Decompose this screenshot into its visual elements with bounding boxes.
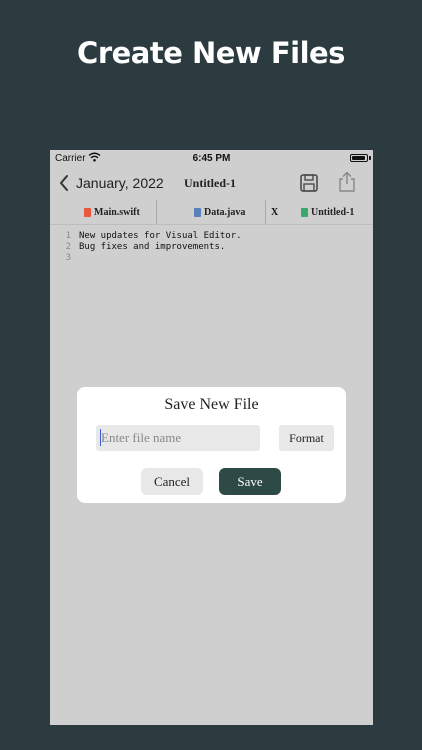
tab-divider	[156, 200, 157, 224]
code-line: 3	[50, 253, 373, 264]
nav-bar: January, 2022 Untitled-1	[50, 167, 373, 199]
tab-divider	[265, 200, 266, 224]
format-button[interactable]: Format	[279, 425, 334, 451]
share-icon[interactable]	[337, 171, 357, 193]
tab-label: Main.swift	[94, 206, 140, 218]
phone-screen: Carrier 6:45 PM January, 2022 Untitled-1…	[50, 150, 373, 725]
tab-untitled[interactable]: Untitled-1	[301, 200, 354, 224]
swift-file-icon	[84, 207, 91, 217]
save-file-dialog: Save New File Format Cancel Save	[77, 387, 346, 503]
status-time: 6:45 PM	[192, 153, 231, 164]
text-file-icon	[301, 207, 308, 217]
code-line: 1 New updates for Visual Editor.	[50, 231, 373, 242]
dialog-title: Save New File	[164, 396, 259, 413]
line-number: 2	[65, 242, 71, 252]
code-editor[interactable]: 1 New updates for Visual Editor. 2 Bug f…	[50, 231, 373, 264]
status-bar: Carrier 6:45 PM	[50, 150, 373, 167]
battery-cap	[369, 156, 371, 160]
file-tab-bar: Main.swift Data.java X Untitled-1	[50, 200, 373, 225]
tab-main-swift[interactable]: Main.swift	[84, 200, 140, 224]
text-cursor	[100, 429, 101, 446]
line-number: 1	[65, 231, 71, 241]
line-text: New updates for Visual Editor.	[79, 231, 242, 241]
back-chevron-icon[interactable]	[58, 174, 70, 192]
tab-label: Data.java	[204, 206, 246, 218]
line-number: 3	[65, 253, 71, 263]
tab-data-java[interactable]: Data.java	[194, 200, 245, 224]
tab-close-button[interactable]: X	[271, 207, 278, 218]
tab-label: Untitled-1	[311, 206, 355, 218]
battery-icon	[350, 154, 368, 162]
file-name-input[interactable]	[96, 425, 260, 451]
code-line: 2 Bug fixes and improvements.	[50, 242, 373, 253]
document-title: Untitled-1	[184, 176, 236, 190]
back-button-label[interactable]: January, 2022	[76, 175, 164, 191]
cancel-button[interactable]: Cancel	[141, 468, 203, 495]
line-text: Bug fixes and improvements.	[79, 242, 226, 252]
save-button[interactable]: Save	[219, 468, 281, 495]
promo-title: Create New Files	[77, 36, 345, 70]
java-file-icon	[194, 207, 201, 217]
save-disk-icon[interactable]	[299, 173, 319, 193]
